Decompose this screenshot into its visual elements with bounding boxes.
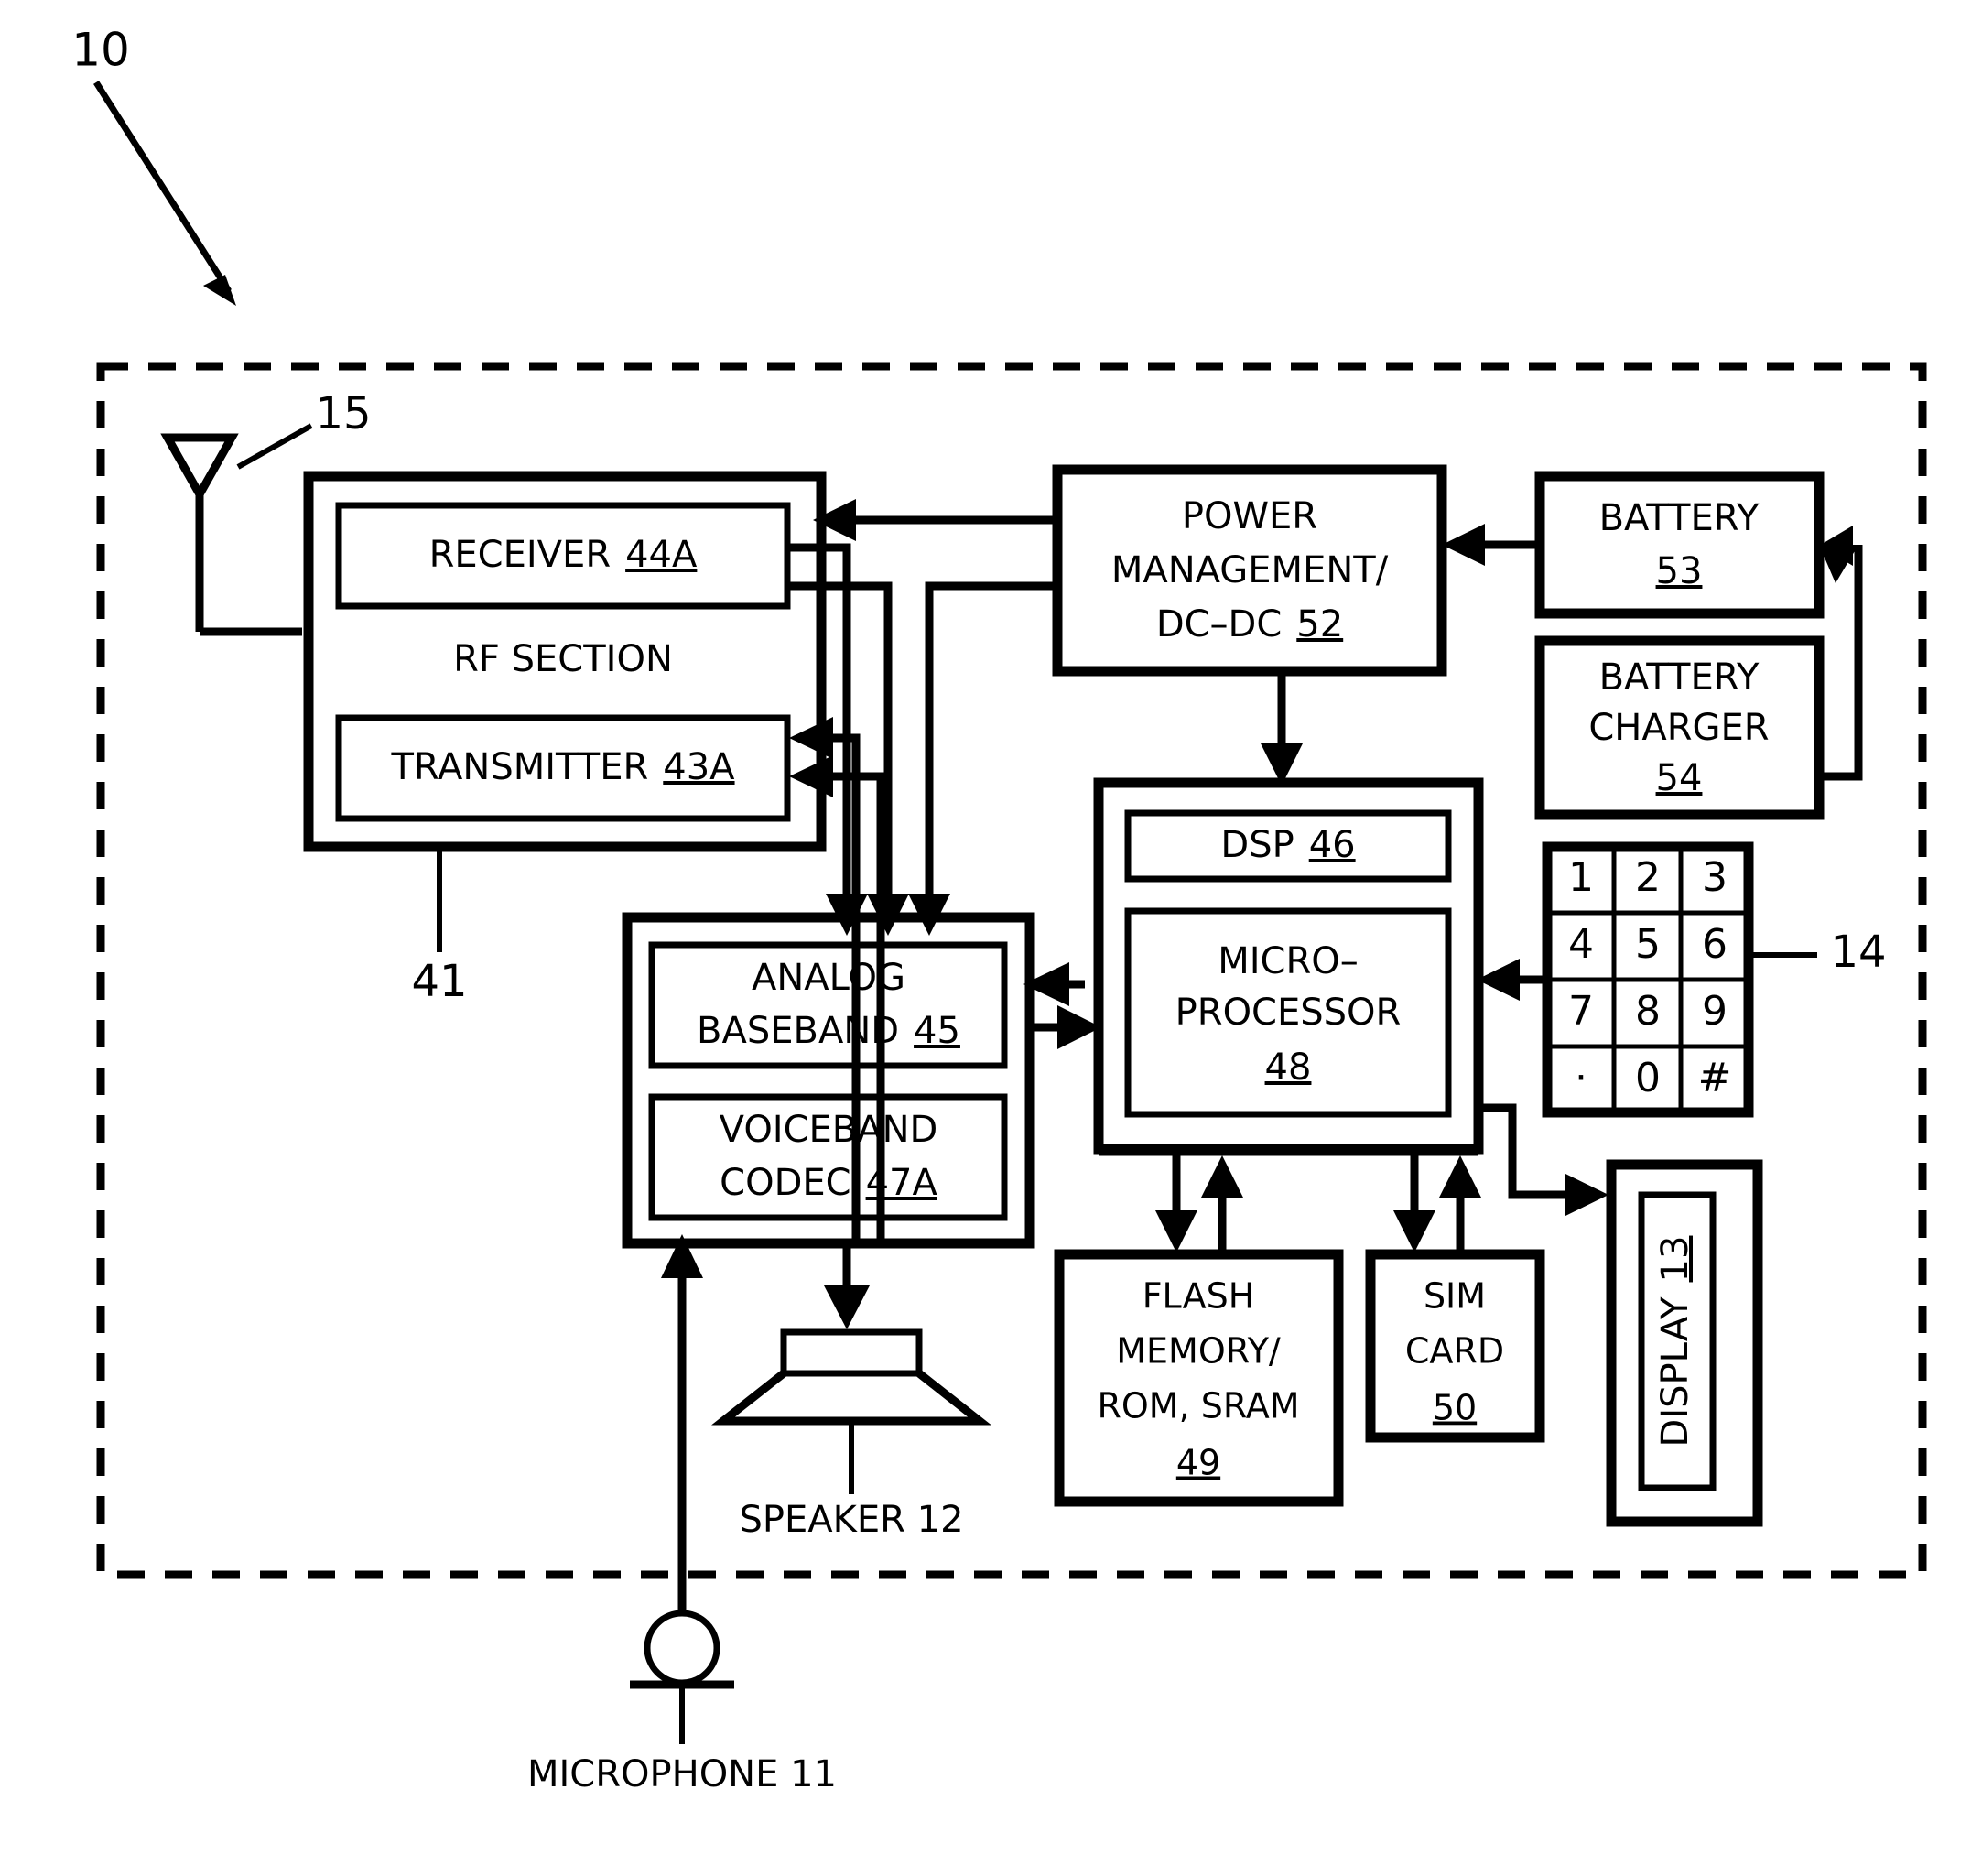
power-to-receiver-link [813, 499, 1057, 541]
ref-keypad: 14 [1830, 927, 1886, 978]
keypad-key-1[interactable]: 1 [1568, 854, 1594, 901]
keypad-key-2[interactable]: 2 [1635, 854, 1661, 901]
power-management-ref: 52 [1296, 603, 1343, 645]
keypad-key-4[interactable]: 4 [1568, 921, 1594, 968]
battery-label: BATTERY [1599, 497, 1760, 539]
speaker-symbol [711, 1243, 991, 1494]
battery-charger-line2: CHARGER [1588, 707, 1769, 749]
antenna-symbol [160, 433, 302, 636]
transmitter-ref: 43A [663, 746, 735, 788]
figure-canvas: 10 15 41 14 RECEIVER 44A RF SECTION TRANS… [0, 0, 1982, 1876]
power-to-processor-link [1261, 671, 1303, 786]
analog-baseband-line1: ANALOG [752, 957, 905, 999]
power-management-line3: DC–DC 52 [1156, 603, 1343, 645]
processor-flash-link [1155, 1154, 1243, 1252]
microphone-symbol [630, 1234, 734, 1744]
processor-to-display-link [1478, 1103, 1608, 1216]
battery-ref: 53 [1656, 550, 1703, 592]
display-label: DISPLAY13 [1654, 1236, 1696, 1448]
keypad-key-hash[interactable]: # [1698, 1055, 1732, 1101]
receiver-ref: 44A [625, 534, 698, 576]
sim-card-line1: SIM [1424, 1276, 1486, 1317]
microprocessor-ref: 48 [1265, 1046, 1312, 1089]
analog-baseband-line2: BASEBAND 45 [697, 1010, 960, 1052]
rf-section-title: RF SECTION [453, 638, 673, 680]
keypad-key-8[interactable]: 8 [1635, 988, 1661, 1035]
battery-charger-line1: BATTERY [1599, 656, 1760, 699]
receiver-label: RECEIVER 44A [429, 534, 698, 576]
baseband-processor-link [1023, 962, 1101, 1049]
voiceband-codec-ref: 47A [866, 1162, 938, 1204]
sim-card-ref: 50 [1433, 1388, 1477, 1428]
keypad-to-processor-link [1477, 959, 1547, 1001]
transmitter-label: TRANSMITTER 43A [390, 746, 735, 788]
keypad-key-7[interactable]: 7 [1568, 988, 1594, 1035]
keypad-key-0[interactable]: 0 [1635, 1055, 1661, 1101]
leader-line-antenna [236, 423, 313, 470]
power-management-line2: MANAGEMENT/ [1111, 549, 1389, 591]
ref-rf-section: 41 [411, 956, 467, 1007]
keypad-key-9[interactable]: 9 [1702, 988, 1727, 1035]
flash-memory-line1: FLASH [1143, 1276, 1255, 1317]
leader-arrowhead-device [203, 275, 236, 306]
analog-baseband-ref: 45 [914, 1010, 960, 1052]
flash-memory-line2: MEMORY/ [1116, 1331, 1281, 1372]
keypad-key-5[interactable]: 5 [1635, 921, 1661, 968]
flash-memory-line3: ROM, SRAM [1097, 1386, 1299, 1426]
processor-sim-link [1393, 1154, 1481, 1252]
voiceband-codec-line2: CODEC 47A [720, 1162, 937, 1204]
battery-charger-ref: 54 [1656, 757, 1703, 799]
charger-to-battery-link [1819, 526, 1863, 781]
keypad-key-6[interactable]: 6 [1702, 921, 1727, 968]
ref-device: 10 [71, 24, 130, 77]
block-diagram: 10 15 41 14 RECEIVER 44A RF SECTION TRANS… [71, 24, 1927, 1795]
power-management-line1: POWER [1182, 495, 1317, 537]
keypad-key-3[interactable]: 3 [1702, 854, 1727, 901]
sim-card-line2: CARD [1405, 1331, 1504, 1372]
flash-memory-ref: 49 [1176, 1443, 1220, 1483]
keypad-key-star[interactable]: · [1575, 1055, 1587, 1101]
leader-line-device [93, 81, 232, 293]
microprocessor-line1: MICRO– [1218, 940, 1359, 982]
power-to-baseband-link [908, 581, 1007, 936]
dsp-ref: 46 [1309, 824, 1356, 866]
dsp-label: DSP 46 [1220, 824, 1355, 866]
voiceband-codec-line1: VOICEBAND [720, 1109, 938, 1151]
speaker-label: SPEAKER 12 [739, 1499, 963, 1541]
microprocessor-line2: PROCESSOR [1175, 992, 1402, 1034]
display-ref: 13 [1654, 1236, 1696, 1283]
ref-antenna: 15 [315, 388, 371, 439]
battery-to-power-link [1442, 524, 1540, 566]
microphone-label: MICROPHONE 11 [527, 1753, 837, 1795]
